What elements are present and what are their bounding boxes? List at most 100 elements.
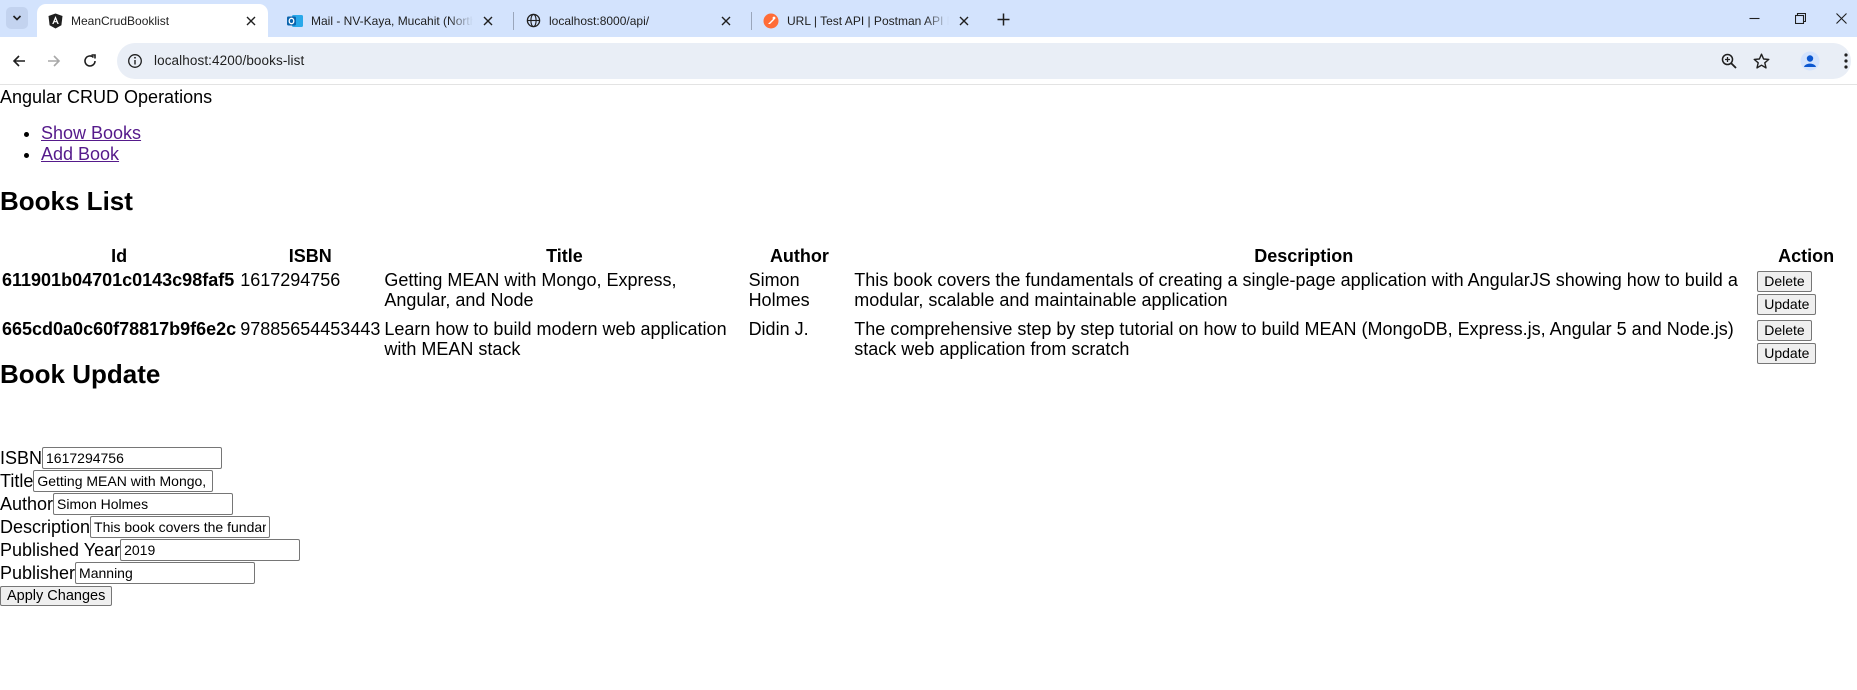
- info-icon[interactable]: [127, 53, 143, 69]
- app-title: Angular CRUD Operations: [0, 87, 213, 107]
- publisher-input[interactable]: [75, 562, 256, 584]
- table-row: 665cd0a0c60f78817b9f6e2c 97885654453443 …: [0, 318, 1857, 367]
- column-header-id: Id: [111, 245, 128, 266]
- books-list-heading: Books List: [0, 186, 133, 216]
- form-row-publisher: Publisher: [0, 561, 300, 584]
- plus-icon: [997, 13, 1009, 25]
- star-icon: [1753, 53, 1769, 69]
- publisher-label: Publisher: [0, 563, 76, 583]
- tab-localhost-api[interactable]: localhost:8000/api/: [515, 4, 743, 37]
- close-icon[interactable]: [719, 14, 733, 28]
- angular-icon: [47, 13, 63, 29]
- books-table: Id ISBN Title Author Description Action …: [0, 243, 1857, 367]
- column-header-title: Title: [546, 245, 583, 266]
- tab-title: URL | Test API | Postman API Ne: [787, 13, 949, 28]
- author-input[interactable]: [53, 493, 234, 515]
- arrow-left-icon: [12, 55, 25, 67]
- show-books-link[interactable]: Show Books: [41, 123, 141, 143]
- tab-mail[interactable]: Mail - NV-Kaya, Mucahit (North: [277, 4, 505, 37]
- restore-icon: [1794, 13, 1806, 24]
- form-row-published-year: Published Year: [0, 538, 301, 561]
- outlook-icon: [287, 13, 303, 29]
- form-row-author: Author: [0, 492, 300, 515]
- tab-separator: [513, 12, 514, 30]
- app-nav: Show Books Add Book: [18, 123, 141, 165]
- apply-changes-button[interactable]: Apply Changes: [0, 586, 113, 606]
- book-update-form: ISBN Title Author Description Published …: [0, 446, 301, 606]
- tab-title: MeanCrudBooklist: [71, 13, 170, 28]
- menu-button[interactable]: [1835, 50, 1857, 72]
- reload-button[interactable]: [79, 50, 101, 72]
- delete-button[interactable]: Delete: [1757, 320, 1812, 341]
- update-button[interactable]: Update: [1757, 294, 1817, 315]
- postman-icon: [763, 13, 779, 29]
- back-button[interactable]: [8, 50, 30, 72]
- bookmark-button[interactable]: [1750, 50, 1772, 72]
- reload-icon: [84, 54, 96, 67]
- forward-button[interactable]: [43, 50, 65, 72]
- zoom-icon: [1721, 53, 1737, 69]
- title-input[interactable]: [33, 470, 214, 492]
- browser-toolbar: localhost:4200/books-list: [0, 37, 1857, 85]
- avatar-icon: [1800, 51, 1820, 71]
- title-label: Title: [0, 471, 34, 491]
- tab-title: Mail - NV-Kaya, Mucahit (North: [311, 13, 473, 28]
- close-window-button[interactable]: [1818, 0, 1857, 37]
- profile-button[interactable]: [1799, 50, 1821, 72]
- published-year-input[interactable]: [120, 539, 301, 561]
- form-row-description: Description: [0, 515, 300, 538]
- description-input[interactable]: [90, 516, 271, 538]
- form-row-isbn: ISBN: [0, 446, 300, 469]
- browser-tab-strip: MeanCrudBooklist Mail - NV-Kaya, Mucahit…: [0, 0, 1857, 37]
- close-icon: [1835, 13, 1847, 24]
- restore-button[interactable]: [1777, 0, 1823, 37]
- book-id: 611901b04701c0143c98faf5: [2, 270, 235, 290]
- tab-title: localhost:8000/api/: [549, 13, 650, 28]
- isbn-input[interactable]: [42, 447, 223, 469]
- minimize-button[interactable]: [1731, 0, 1777, 37]
- globe-icon: [525, 13, 541, 29]
- book-isbn: 97885654453443: [240, 319, 381, 339]
- column-header-author: Author: [769, 245, 829, 266]
- column-header-isbn: ISBN: [288, 245, 332, 266]
- isbn-label: ISBN: [0, 448, 43, 468]
- book-author: Simon Holmes: [748, 270, 810, 310]
- book-title: Learn how to build modern web applicatio…: [384, 319, 727, 359]
- tab-separator: [751, 12, 752, 30]
- description-label: Description: [0, 517, 91, 537]
- book-author: Didin J.: [748, 319, 809, 339]
- delete-button[interactable]: Delete: [1757, 271, 1812, 292]
- close-icon[interactable]: [244, 14, 258, 28]
- column-header-description: Description: [1254, 245, 1354, 266]
- form-row-title: Title: [0, 469, 300, 492]
- book-description: The comprehensive step by step tutorial …: [854, 319, 1734, 359]
- book-title: Getting MEAN with Mongo, Express, Angula…: [384, 270, 677, 310]
- nav-item-add-book: Add Book: [41, 144, 141, 165]
- table-row: 611901b04701c0143c98faf5 1617294756 Gett…: [0, 269, 1857, 318]
- address-bar[interactable]: localhost:4200/books-list: [117, 43, 1851, 79]
- update-button[interactable]: Update: [1757, 343, 1817, 364]
- book-isbn: 1617294756: [240, 270, 341, 290]
- published-year-label: Published Year: [0, 540, 121, 560]
- close-icon[interactable]: [481, 14, 495, 28]
- chevron-down-icon: [12, 15, 22, 21]
- tab-search-button[interactable]: [6, 7, 28, 29]
- nav-item-show-books: Show Books: [41, 123, 141, 144]
- book-description: This book covers the fundamentals of cre…: [854, 270, 1738, 310]
- zoom-button[interactable]: [1718, 50, 1740, 72]
- column-header-action: Action: [1778, 245, 1835, 266]
- table-header-row: Id ISBN Title Author Description Action: [0, 243, 1857, 269]
- minimize-icon: [1749, 17, 1759, 20]
- tab-meancrudbooklist[interactable]: MeanCrudBooklist: [37, 4, 268, 37]
- book-update-heading: Book Update: [0, 359, 161, 389]
- book-actions: Delete Update: [1755, 318, 1857, 367]
- author-label: Author: [0, 494, 54, 514]
- more-vert-icon: [1844, 53, 1848, 69]
- url-text: localhost:4200/books-list: [154, 53, 305, 68]
- arrow-right-icon: [48, 55, 61, 67]
- add-book-link[interactable]: Add Book: [41, 144, 119, 164]
- close-icon[interactable]: [957, 14, 971, 28]
- tab-postman[interactable]: URL | Test API | Postman API Ne: [753, 4, 981, 37]
- book-actions: Delete Update: [1755, 269, 1857, 318]
- new-tab-button[interactable]: [993, 9, 1013, 29]
